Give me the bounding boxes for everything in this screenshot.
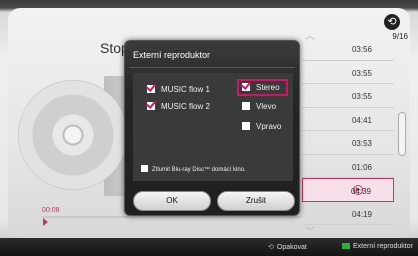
- dialog-title: Externí reproduktor: [133, 50, 211, 60]
- track-time: 01:06: [351, 162, 372, 172]
- external-speaker-dialog: Externí reproduktor MUSIC flow 1 MUSIC f…: [124, 40, 300, 216]
- channel-label: Stereo: [256, 83, 280, 92]
- channel-option-right[interactable]: Vpravo: [242, 122, 281, 131]
- device-label: MUSIC flow 1: [161, 85, 210, 94]
- checkbox-icon: [242, 122, 250, 130]
- channel-option-left[interactable]: Vlevo: [242, 102, 276, 111]
- ok-button[interactable]: OK: [133, 191, 211, 211]
- track-row[interactable]: 03:55: [302, 61, 394, 84]
- track-time: 03:53: [351, 139, 372, 148]
- music-player-screen: ⟲ 9/16 Stopa ︿ 03:56 03:55 03:55 04:41 0…: [0, 0, 418, 256]
- track-row-playing[interactable]: ▶ 04:39: [302, 178, 394, 202]
- checkbox-icon: [147, 102, 155, 110]
- checkbox-icon: [242, 102, 250, 110]
- repeat-hint[interactable]: ⟲ Opakovat: [268, 243, 307, 251]
- scrollbar[interactable]: [398, 112, 406, 156]
- track-row[interactable]: 03:53: [302, 131, 394, 155]
- cancel-button[interactable]: Zrušit: [217, 191, 295, 211]
- mute-label: Ztlumit Blu-ray Disc™ domácí kino.: [152, 167, 246, 173]
- play-marker-icon: [43, 218, 48, 226]
- dialog-divider: [129, 67, 295, 68]
- track-time: 04:19: [351, 209, 372, 219]
- elapsed-time: 00:08: [42, 207, 60, 214]
- track-list: 03:56 03:55 03:55 04:41 03:53 01:06 ▶ 04:…: [302, 37, 394, 225]
- device-label: MUSIC flow 2: [161, 102, 210, 111]
- repeat-icon: ⟲: [268, 244, 274, 251]
- channel-option-stereo[interactable]: Stereo: [237, 79, 288, 96]
- track-row[interactable]: 04:41: [302, 108, 394, 131]
- track-row[interactable]: 04:19: [302, 202, 394, 225]
- external-speaker-hint[interactable]: Externí reproduktor: [342, 243, 413, 250]
- scroll-down-icon[interactable]: ﹀: [305, 223, 315, 238]
- mute-option[interactable]: Ztlumit Blu-ray Disc™ domácí kino.: [141, 165, 246, 173]
- track-time: 03:56: [351, 45, 372, 54]
- green-key-icon: [342, 243, 350, 250]
- back-icon[interactable]: ⟲: [384, 14, 400, 30]
- track-time: 04:41: [351, 115, 372, 125]
- track-row[interactable]: 03:56: [302, 37, 394, 61]
- external-speaker-label: Externí reproduktor: [353, 243, 413, 250]
- track-time: 03:55: [351, 68, 372, 78]
- disc-icon: [18, 80, 128, 190]
- track-row[interactable]: 01:06: [302, 155, 394, 178]
- device-option[interactable]: MUSIC flow 2: [147, 102, 210, 111]
- repeat-label: Opakovat: [276, 244, 307, 251]
- track-row[interactable]: 03:55: [302, 84, 394, 108]
- checkbox-icon: [147, 85, 155, 93]
- channel-label: Vpravo: [256, 122, 282, 131]
- checkbox-icon: [242, 83, 250, 91]
- progress-bar[interactable]: [42, 216, 302, 218]
- device-option[interactable]: MUSIC flow 1: [147, 85, 210, 94]
- track-time: 04:39: [350, 187, 371, 196]
- checkbox-icon: [141, 165, 148, 172]
- channel-label: Vlevo: [256, 102, 277, 111]
- track-time: 03:55: [351, 92, 372, 101]
